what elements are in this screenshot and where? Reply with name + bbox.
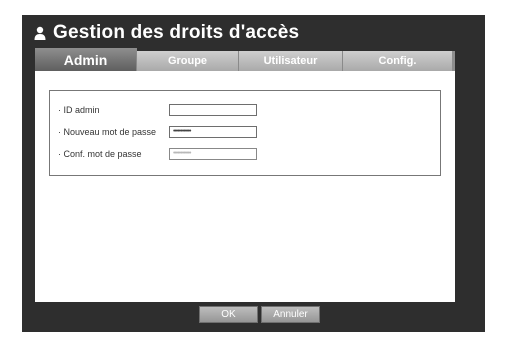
button-bar: OK Annuler [35,302,455,332]
new-password-row: · Nouveau mot de passe •••••••••••• [58,124,438,140]
confirm-password-input[interactable]: •••••••••••• [169,148,257,160]
admin-id-input[interactable] [169,104,257,116]
admin-credentials-group: · ID admin · Nouveau mot de passe ••••••… [49,90,441,176]
tab-admin[interactable]: Admin [35,48,137,71]
admin-id-label: · ID admin [58,105,100,115]
tab-config[interactable]: Config. [343,51,452,71]
new-password-input[interactable]: •••••••••••• [169,126,257,138]
tab-utilisateur[interactable]: Utilisateur [239,51,343,71]
user-icon [34,26,46,40]
confirm-password-row: · Conf. mot de passe •••••••••••• [58,146,438,162]
window-title: Gestion des droits d'accès [53,22,300,43]
admin-id-row: · ID admin [58,102,438,118]
confirm-password-label: · Conf. mot de passe [58,149,142,159]
admin-panel: · ID admin · Nouveau mot de passe ••••••… [35,71,455,302]
tab-groupe[interactable]: Groupe [137,51,239,71]
title-bar: Gestion des droits d'accès [34,22,299,44]
tab-bar: Admin Groupe Utilisateur Config. [35,48,452,71]
cancel-button[interactable]: Annuler [261,306,320,323]
tab-bar-end [452,51,455,71]
access-rights-window: Gestion des droits d'accès Admin Groupe … [22,15,485,332]
ok-button[interactable]: OK [199,306,258,323]
new-password-label: · Nouveau mot de passe [58,127,157,137]
